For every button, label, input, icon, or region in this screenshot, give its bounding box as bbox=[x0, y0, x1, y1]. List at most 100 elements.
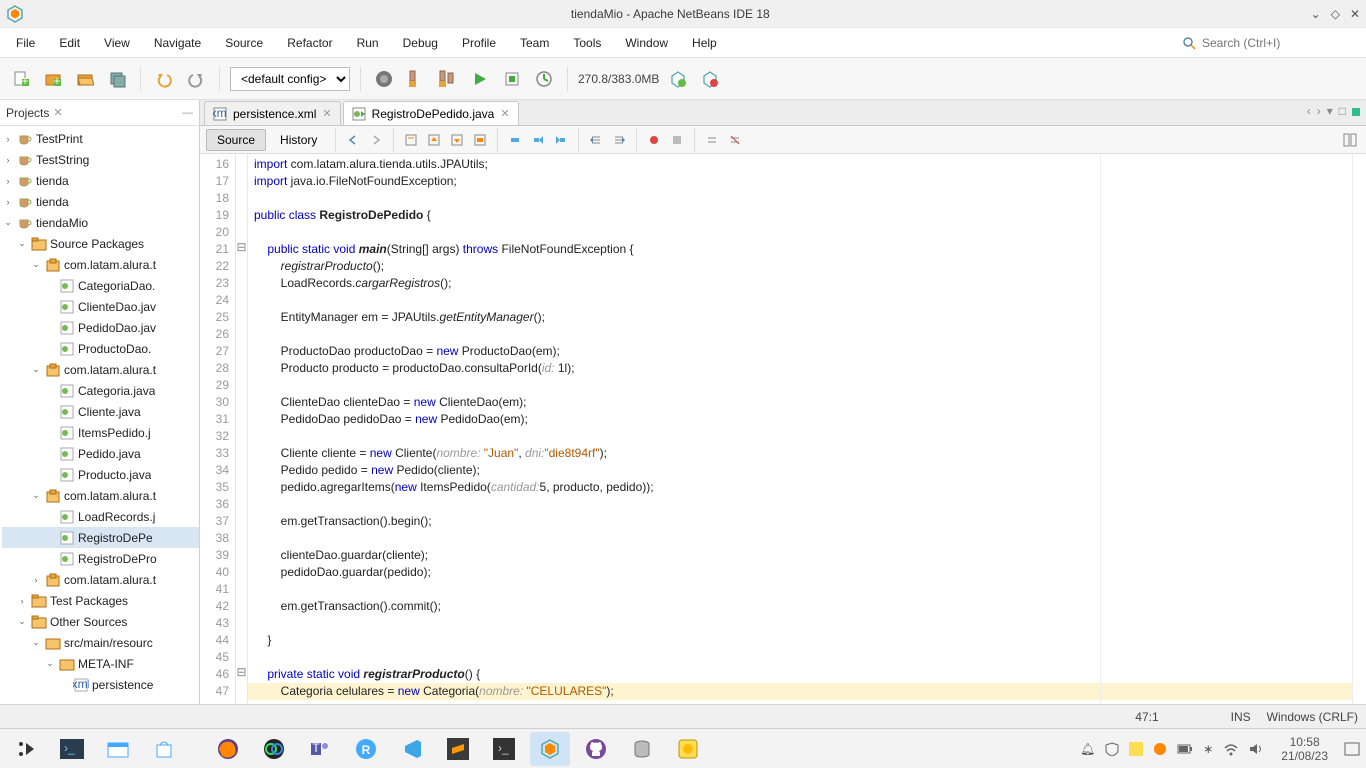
tree-row[interactable]: ⌄Source Packages bbox=[2, 233, 199, 254]
tree-row[interactable]: ›tienda bbox=[2, 191, 199, 212]
macro-record-icon[interactable] bbox=[644, 130, 664, 150]
task-terminal[interactable]: ›_ bbox=[52, 732, 92, 766]
tree-row[interactable]: LoadRecords.j bbox=[2, 506, 199, 527]
task-app[interactable] bbox=[668, 732, 708, 766]
error-strip[interactable] bbox=[1352, 154, 1366, 704]
open-project-button[interactable] bbox=[72, 66, 98, 92]
nav-forward-icon[interactable] bbox=[366, 130, 386, 150]
tree-row[interactable]: PedidoDao.jav bbox=[2, 317, 199, 338]
update-icon[interactable] bbox=[1153, 742, 1167, 756]
twisty-icon[interactable]: › bbox=[2, 197, 14, 207]
twisty-icon[interactable]: ⌄ bbox=[2, 217, 14, 228]
menu-profile[interactable]: Profile bbox=[450, 28, 508, 58]
find-selection-icon[interactable] bbox=[401, 130, 421, 150]
menu-source[interactable]: Source bbox=[213, 28, 275, 58]
tree-row[interactable]: ›TestString bbox=[2, 149, 199, 170]
tree-row[interactable]: RegistroDePro bbox=[2, 548, 199, 569]
start-button[interactable] bbox=[6, 732, 46, 766]
bell-icon[interactable]: 🔔︎ bbox=[1080, 742, 1095, 756]
history-view-button[interactable]: History bbox=[269, 129, 328, 151]
new-file-button[interactable]: + bbox=[8, 66, 34, 92]
menu-edit[interactable]: Edit bbox=[47, 28, 92, 58]
shift-right-icon[interactable] bbox=[609, 130, 629, 150]
task-sublime[interactable] bbox=[438, 732, 478, 766]
caret-position[interactable]: 47:1 bbox=[1135, 710, 1158, 724]
tree-row[interactable]: CategoriaDao. bbox=[2, 275, 199, 296]
find-prev-icon[interactable] bbox=[424, 130, 444, 150]
twisty-icon[interactable]: › bbox=[16, 596, 28, 606]
panel-close-icon[interactable]: ✕ bbox=[53, 106, 62, 119]
tree-row[interactable]: Pedido.java bbox=[2, 443, 199, 464]
panel-minimize-icon[interactable]: — bbox=[182, 107, 193, 119]
find-next-icon[interactable] bbox=[447, 130, 467, 150]
tree-row[interactable]: ›com.latam.alura.t bbox=[2, 569, 199, 590]
projects-tree[interactable]: ›TestPrint›TestString›tienda›tienda⌄tien… bbox=[0, 126, 199, 704]
uncomment-icon[interactable] bbox=[725, 130, 745, 150]
twisty-icon[interactable]: ⌄ bbox=[30, 364, 42, 375]
task-rstudio[interactable]: R bbox=[346, 732, 386, 766]
prev-bookmark-icon[interactable] bbox=[528, 130, 548, 150]
system-tray[interactable]: 🔔︎ ∗ 10:58 21/08/23 bbox=[1080, 735, 1360, 763]
clean-build-dropdown[interactable] bbox=[435, 66, 461, 92]
tab-close-icon[interactable]: ✕ bbox=[500, 107, 509, 120]
tree-row[interactable]: xmlpersistence bbox=[2, 674, 199, 695]
tree-row[interactable]: Cliente.java bbox=[2, 401, 199, 422]
shield-icon[interactable] bbox=[1105, 742, 1119, 756]
macro-stop-icon[interactable] bbox=[667, 130, 687, 150]
tree-row[interactable]: ›Test Packages bbox=[2, 590, 199, 611]
task-netbeans[interactable] bbox=[530, 732, 570, 766]
build-button[interactable] bbox=[371, 66, 397, 92]
task-firefox[interactable] bbox=[208, 732, 248, 766]
split-editor-icon[interactable] bbox=[1340, 130, 1360, 150]
redo-button[interactable] bbox=[183, 66, 209, 92]
tree-row[interactable]: ›TestPrint bbox=[2, 128, 199, 149]
clock[interactable]: 10:58 21/08/23 bbox=[1275, 735, 1334, 763]
menu-run[interactable]: Run bbox=[345, 28, 391, 58]
undo-button[interactable] bbox=[151, 66, 177, 92]
tree-row[interactable]: ProductoDao. bbox=[2, 338, 199, 359]
profile-project-button[interactable] bbox=[531, 66, 557, 92]
menu-team[interactable]: Team bbox=[508, 28, 561, 58]
editor-tab-registro[interactable]: RegistroDePedido.java ✕ bbox=[343, 101, 519, 125]
line-ending[interactable]: Windows (CRLF) bbox=[1267, 710, 1358, 724]
tab-scroll-left-icon[interactable]: ‹ bbox=[1307, 104, 1311, 118]
tree-row[interactable]: Categoria.java bbox=[2, 380, 199, 401]
editor-tab-persistence[interactable]: xml persistence.xml ✕ bbox=[204, 101, 341, 125]
tree-row[interactable]: ⌄tiendaMio bbox=[2, 212, 199, 233]
tree-row[interactable]: ⌄Other Sources bbox=[2, 611, 199, 632]
memory-indicator[interactable]: 270.8/383.0MB bbox=[578, 72, 659, 86]
source-view-button[interactable]: Source bbox=[206, 129, 266, 151]
run-project-button[interactable] bbox=[467, 66, 493, 92]
menu-tools[interactable]: Tools bbox=[561, 28, 613, 58]
toggle-bookmark-icon[interactable] bbox=[505, 130, 525, 150]
twisty-icon[interactable]: ⌄ bbox=[44, 658, 56, 669]
maximize-editor-icon[interactable]: □ bbox=[1339, 104, 1346, 118]
menu-window[interactable]: Window bbox=[613, 28, 680, 58]
highlight-icon[interactable] bbox=[470, 130, 490, 150]
close-icon[interactable]: ✕ bbox=[1350, 7, 1360, 21]
menu-view[interactable]: View bbox=[92, 28, 142, 58]
task-vscode[interactable] bbox=[392, 732, 432, 766]
battery-icon[interactable] bbox=[1177, 743, 1193, 755]
shift-left-icon[interactable] bbox=[586, 130, 606, 150]
tree-row[interactable]: ⌄com.latam.alura.t bbox=[2, 485, 199, 506]
twisty-icon[interactable]: › bbox=[2, 176, 14, 186]
tab-close-icon[interactable]: ✕ bbox=[322, 107, 331, 120]
minimize-icon[interactable]: ⌄ bbox=[1311, 7, 1321, 21]
tree-row[interactable]: ⌄com.latam.alura.t bbox=[2, 254, 199, 275]
volume-icon[interactable] bbox=[1249, 742, 1265, 756]
bluetooth-icon[interactable]: ∗ bbox=[1203, 742, 1213, 756]
task-files[interactable] bbox=[98, 732, 138, 766]
task-dbeaver[interactable] bbox=[622, 732, 662, 766]
new-project-button[interactable]: + bbox=[40, 66, 66, 92]
run-config-select[interactable]: <default config> bbox=[230, 67, 350, 91]
debug-project-button[interactable] bbox=[499, 66, 525, 92]
tree-row[interactable]: ClienteDao.jav bbox=[2, 296, 199, 317]
next-bookmark-icon[interactable] bbox=[551, 130, 571, 150]
twisty-icon[interactable]: ⌄ bbox=[30, 637, 42, 648]
comment-icon[interactable] bbox=[702, 130, 722, 150]
tree-row[interactable]: ⌄src/main/resourc bbox=[2, 632, 199, 653]
clean-build-button[interactable] bbox=[403, 66, 429, 92]
insert-mode[interactable]: INS bbox=[1231, 710, 1251, 724]
twisty-icon[interactable]: › bbox=[30, 575, 42, 585]
